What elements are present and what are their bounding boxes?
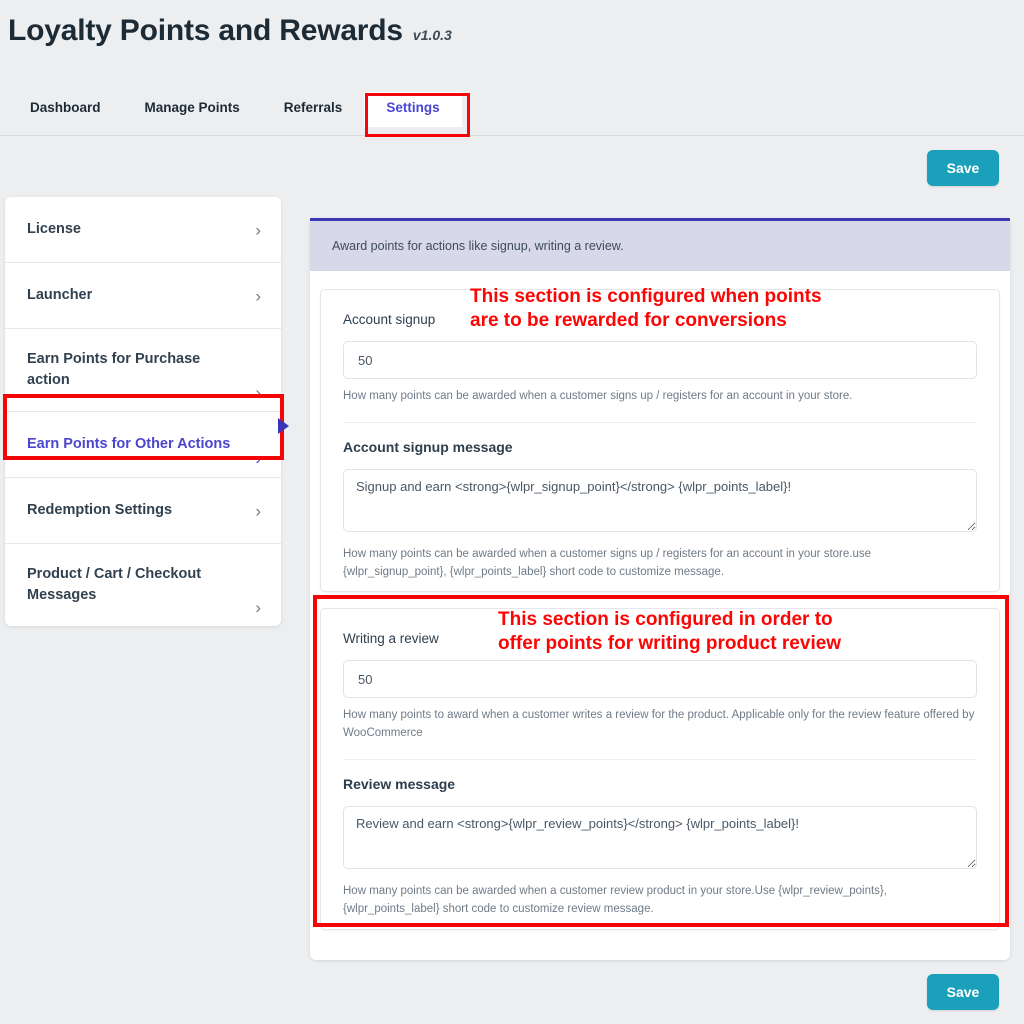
sidebar-item-license[interactable]: License › — [5, 197, 281, 263]
tab-manage-points[interactable]: Manage Points — [123, 92, 262, 127]
account-signup-label: Account signup — [343, 312, 436, 327]
chevron-right-icon: › — [255, 220, 261, 239]
account-signup-message-help: How many points can be awarded when a cu… — [343, 547, 871, 578]
tab-settings[interactable]: Settings — [364, 92, 462, 127]
chevron-right-icon: › — [255, 383, 261, 403]
page-title: Loyalty Points and Rewards — [8, 14, 403, 47]
section-banner: Award points for actions like signup, wr… — [310, 218, 1010, 271]
review-message-help: How many points can be awarded when a cu… — [343, 885, 887, 915]
sidebar-active-pointer-icon — [278, 418, 289, 434]
account-signup-section: Account signup How many points can be aw… — [320, 289, 1000, 593]
chevron-right-icon: › — [255, 449, 261, 469]
settings-page: Loyalty Points and Rewards v1.0.3 Dashbo… — [0, 0, 1024, 1024]
tabbar: Dashboard Manage Points Referrals Settin… — [0, 92, 1024, 136]
writing-review-section: Writing a review How many points to awar… — [320, 608, 1000, 930]
sidebar-item-label: Redemption Settings — [27, 502, 173, 519]
version-label: v1.0.3 — [412, 27, 452, 43]
writing-review-points-input[interactable] — [343, 660, 977, 699]
settings-sidebar: License › Launcher › Earn Points for Pur… — [5, 197, 281, 627]
field-divider — [343, 421, 977, 423]
sidebar-item-launcher[interactable]: Launcher › — [5, 263, 281, 329]
account-signup-points-input[interactable] — [343, 341, 977, 379]
review-message-label: Review message — [343, 776, 456, 793]
chevron-right-icon: › — [255, 501, 261, 521]
tab-referrals[interactable]: Referrals — [262, 92, 365, 127]
account-signup-help: How many points can be awarded when a cu… — [343, 390, 853, 402]
chevron-right-icon: › — [255, 598, 261, 618]
chevron-right-icon: › — [255, 286, 261, 305]
save-button-top[interactable]: Save — [927, 150, 999, 186]
sidebar-item-redemption-settings[interactable]: Redemption Settings › — [5, 478, 281, 545]
review-message-textarea[interactable]: Review and earn <strong>{wlpr_review_poi… — [343, 806, 977, 870]
account-signup-message-textarea[interactable]: Signup and earn <strong>{wlpr_signup_poi… — [343, 468, 977, 532]
writing-review-label: Writing a review — [343, 631, 439, 647]
sidebar-item-label: License — [27, 220, 81, 237]
sidebar-item-label: Earn Points for Purchase action — [27, 351, 201, 389]
sidebar-item-label: Product / Cart / Checkout Messages — [27, 566, 202, 604]
save-button-bottom[interactable]: Save — [927, 974, 999, 1010]
sidebar-item-earn-points-purchase[interactable]: Earn Points for Purchase action › — [5, 329, 281, 413]
tab-dashboard[interactable]: Dashboard — [8, 92, 123, 127]
writing-review-help: How many points to award when a customer… — [343, 709, 975, 740]
sidebar-item-label: Launcher — [27, 286, 93, 303]
sidebar-item-earn-points-other-actions[interactable]: Earn Points for Other Actions › — [5, 412, 281, 479]
account-signup-message-label: Account signup message — [343, 438, 513, 455]
settings-panels: Account signup How many points can be aw… — [310, 271, 1010, 930]
field-divider — [343, 759, 977, 761]
sidebar-item-label: Earn Points for Other Actions — [27, 436, 231, 453]
sidebar-item-product-cart-checkout-messages[interactable]: Product / Cart / Checkout Messages › — [5, 544, 281, 626]
page-header: Loyalty Points and Rewards v1.0.3 — [0, 14, 1024, 74]
settings-main-card: Award points for actions like signup, wr… — [310, 218, 1010, 960]
